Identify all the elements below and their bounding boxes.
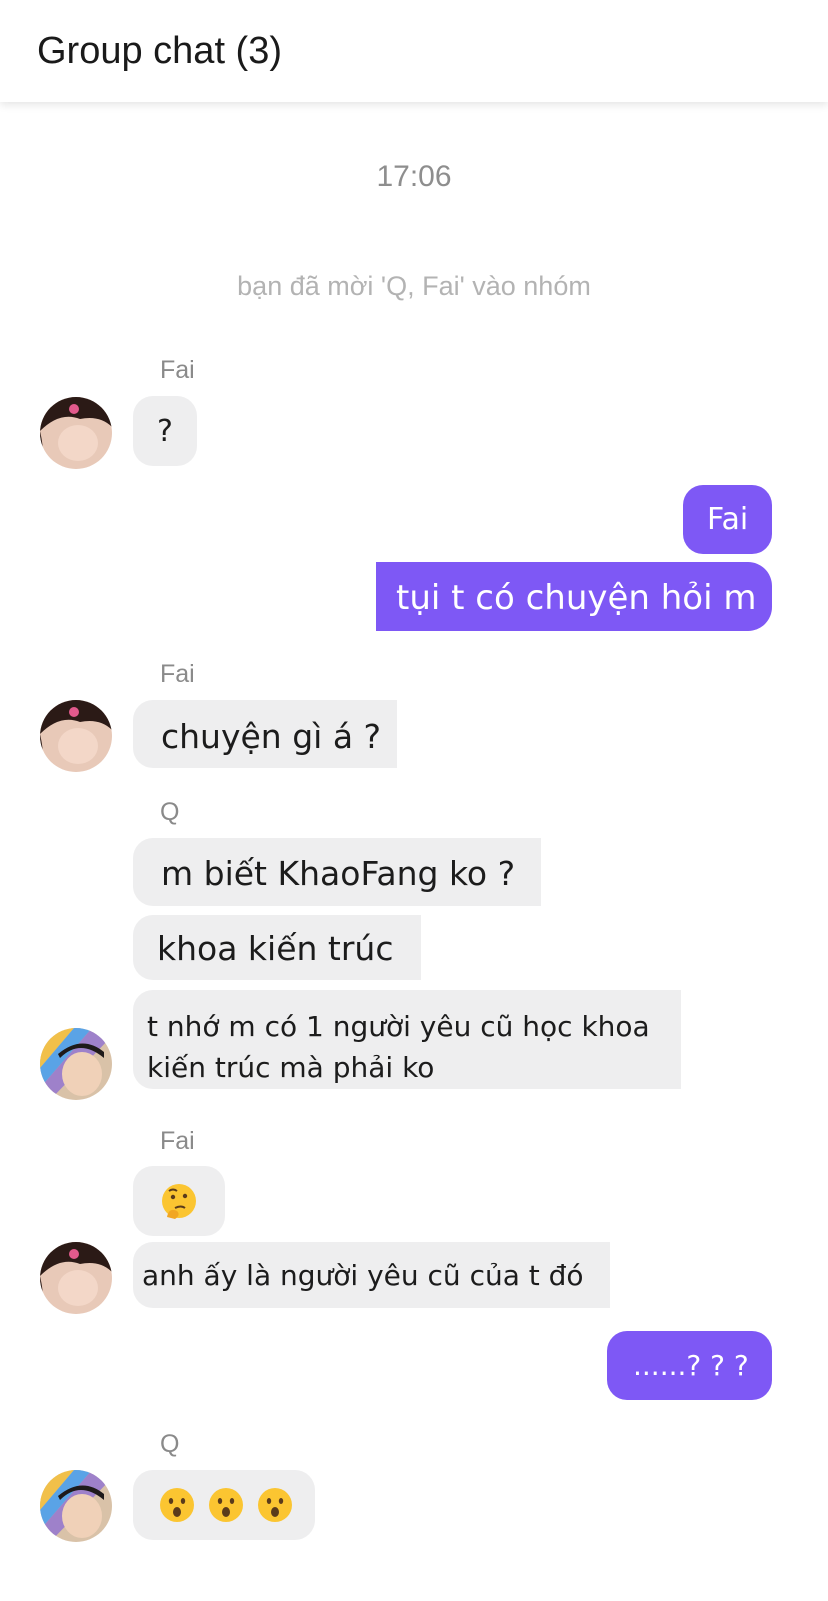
chat-header: Group chat (3) bbox=[0, 0, 828, 102]
message-bubble[interactable]: khoa kiến trúc bbox=[133, 915, 421, 980]
message-text: chuyện gì á ? bbox=[161, 717, 382, 756]
message-bubble[interactable]: m biết KhaoFang ko ? bbox=[133, 838, 541, 906]
hushed-face-icon bbox=[258, 1488, 293, 1522]
message-text: khoa kiến trúc bbox=[157, 929, 394, 968]
message-bubble[interactable] bbox=[133, 1470, 315, 1540]
outgoing-message-bubble[interactable]: Fai bbox=[683, 485, 772, 554]
hushed-face-icon bbox=[160, 1488, 194, 1522]
message-text-line: kiến trúc mà phải ko bbox=[147, 1051, 435, 1084]
message-text: tụi t có chuyện hỏi m bbox=[396, 578, 757, 618]
chat-title[interactable]: Group chat (3) bbox=[37, 30, 282, 73]
message-bubble[interactable]: anh ấy là người yêu cũ của t đó bbox=[133, 1242, 610, 1308]
message-bubble[interactable] bbox=[133, 1166, 225, 1236]
timestamp: 17:06 bbox=[376, 160, 452, 193]
avatar-fai[interactable] bbox=[40, 397, 112, 469]
message-bubble[interactable]: t nhớ m có 1 người yêu cũ học khoa kiến … bbox=[133, 990, 681, 1089]
sender-name: Q bbox=[160, 798, 180, 826]
message-text: ......? ? ? bbox=[633, 1349, 749, 1382]
message-bubble[interactable]: ? bbox=[133, 396, 197, 466]
message-text: Fai bbox=[707, 502, 749, 537]
avatar-fai[interactable] bbox=[40, 700, 112, 772]
outgoing-message-bubble[interactable]: ......? ? ? bbox=[607, 1331, 772, 1400]
avatar-q[interactable] bbox=[40, 1470, 112, 1542]
sender-name: Fai bbox=[160, 1127, 195, 1155]
message-bubble[interactable]: chuyện gì á ? bbox=[133, 700, 397, 768]
avatar-q[interactable] bbox=[40, 1028, 112, 1100]
thinking-face-icon bbox=[162, 1184, 196, 1219]
message-text: anh ấy là người yêu cũ của t đó bbox=[142, 1259, 584, 1292]
hushed-face-icon bbox=[209, 1488, 244, 1522]
sender-name: Q bbox=[160, 1430, 180, 1458]
system-notice: bạn đã mời 'Q, Fai' vào nhóm bbox=[237, 271, 591, 301]
sender-name: Fai bbox=[160, 660, 195, 688]
message-text-line: t nhớ m có 1 người yêu cũ học khoa bbox=[147, 1010, 650, 1043]
message-text: m biết KhaoFang ko ? bbox=[161, 854, 516, 893]
message-text: ? bbox=[157, 414, 173, 449]
avatar-fai[interactable] bbox=[40, 1242, 112, 1314]
outgoing-message-bubble[interactable]: tụi t có chuyện hỏi m bbox=[376, 562, 772, 631]
sender-name: Fai bbox=[160, 356, 195, 384]
